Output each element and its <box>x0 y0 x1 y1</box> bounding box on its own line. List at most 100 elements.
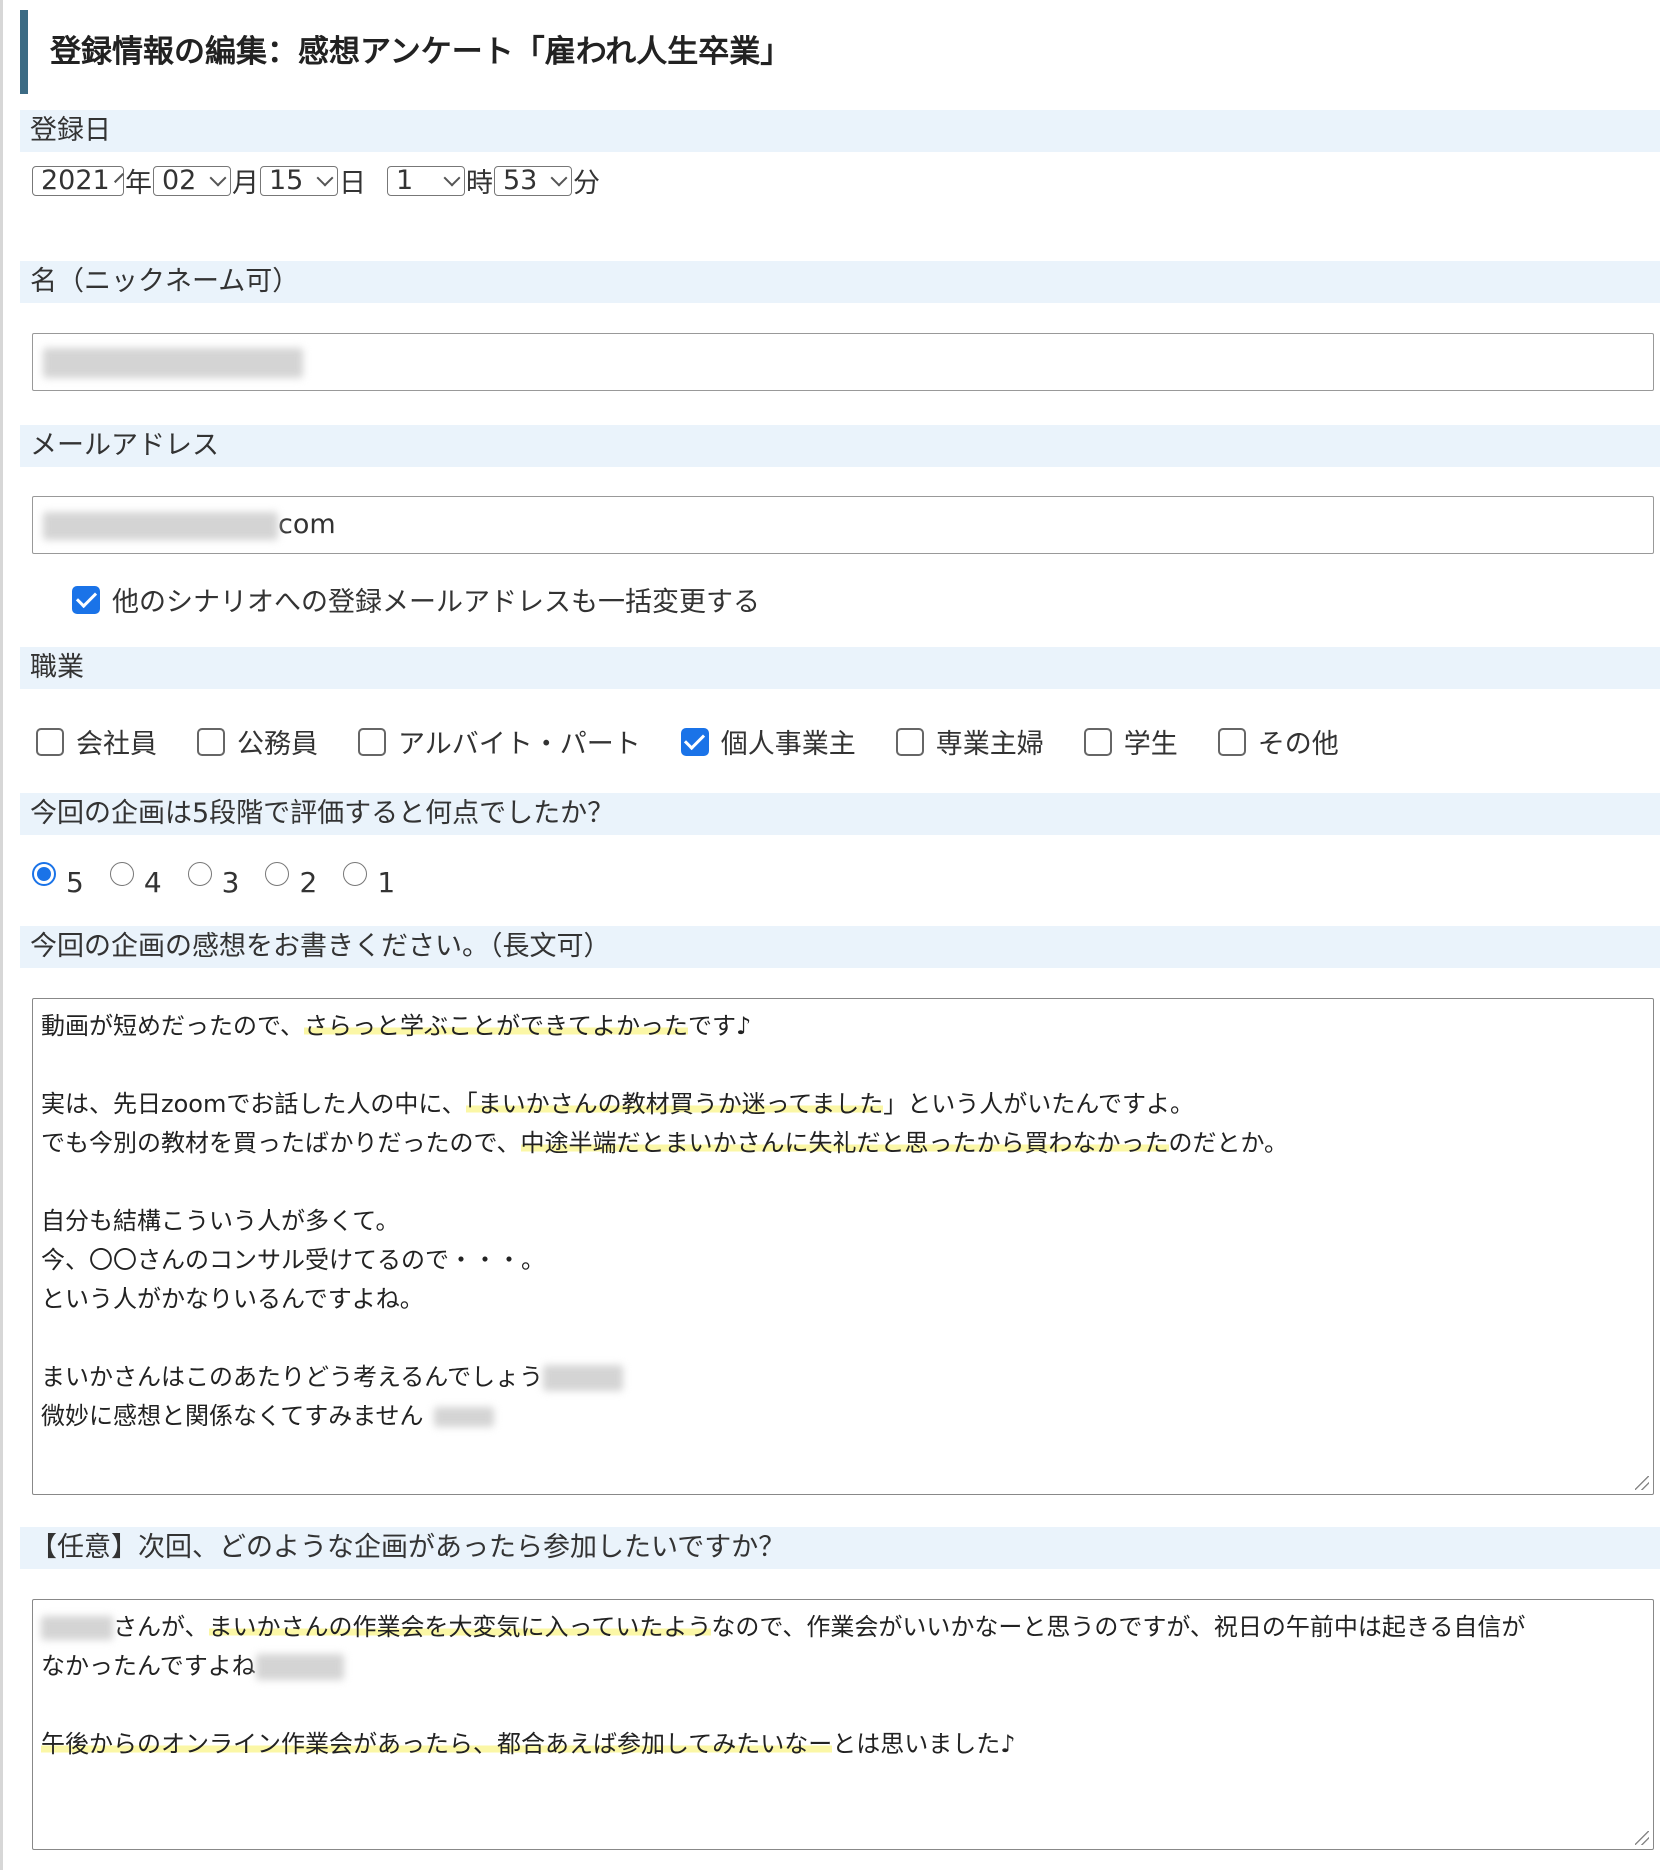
occupation-option-homemaker[interactable]: 専業主婦 <box>895 722 1044 761</box>
hour-unit: 時 <box>466 168 493 199</box>
hour-value: 1 <box>396 164 414 196</box>
rating-radio[interactable] <box>32 861 56 886</box>
chevron-down-icon <box>550 169 568 186</box>
occupation-option-student[interactable]: 学生 <box>1083 722 1178 761</box>
month-select[interactable]: 02 <box>153 164 231 196</box>
occupation-option-company-employee[interactable]: 会社員 <box>36 722 157 761</box>
day-unit: 日 <box>339 168 366 199</box>
occupation-option-label: 専業主婦 <box>935 729 1044 760</box>
impression-textarea[interactable]: 動画が短めだったので、さらっと学ぶことができてよかったです♪ 実は、先日zoom… <box>32 998 1654 1495</box>
bulk-change-row: 他のシナリオへの登録メールアドレスも一括変更する <box>72 580 760 619</box>
redacted-emoji <box>543 1365 624 1391</box>
minute-unit: 分 <box>573 168 600 199</box>
minute-select[interactable]: 53 <box>494 164 572 196</box>
rating-option-1[interactable]: 1 <box>343 861 395 899</box>
occupation-checkbox[interactable] <box>36 727 64 756</box>
resize-handle[interactable] <box>1635 1831 1649 1845</box>
year-select[interactable]: 2021 <box>32 164 124 196</box>
rating-option-3[interactable]: 3 <box>187 861 239 899</box>
occupation-checkbox[interactable] <box>895 727 924 756</box>
occupation-checkbox[interactable] <box>1217 727 1246 756</box>
occupation-option-label: アルバイト・パート <box>398 729 641 760</box>
rating-option-label: 3 <box>221 866 240 899</box>
redacted-emoji <box>433 1407 494 1427</box>
hour-select[interactable]: 1 <box>387 164 465 196</box>
text-segment: なので、作業会がいいかなーと思うのですが、祝日の午前中は起きる自信が <box>711 1613 1526 1641</box>
occupation-option-civil-servant[interactable]: 公務員 <box>197 722 318 761</box>
impression-label: 今回の企画の感想をお書きください。（長文可） <box>20 926 1660 968</box>
occupation-label: 職業 <box>20 647 1660 689</box>
name-input[interactable] <box>32 333 1654 391</box>
highlighted-text: まいかさんの作業会を大変気に入っていたよう <box>208 1613 712 1641</box>
text-line: 動画が短めだったので、さらっと学ぶことができてよかったです♪ <box>41 1007 1645 1046</box>
rating-radio[interactable] <box>187 861 212 886</box>
text-line: でも今別の教材を買ったばかりだったので、中途半端だとまいかさんに失礼だと思ったか… <box>41 1124 1645 1163</box>
occupation-option-label: 公務員 <box>237 729 318 760</box>
text-line: という人がかなりいるんですよね。 <box>41 1285 424 1313</box>
highlighted-text: 中途半端だとまいかさんに失礼だと思ったから買わなかった <box>520 1129 1169 1157</box>
chevron-down-icon <box>113 172 124 183</box>
text-segment: 微妙に感想と関係なくてすみません <box>41 1402 424 1430</box>
highlighted-text: 「まいかさんの教材買うか迷ってました <box>465 1090 884 1118</box>
occupation-option-label: 会社員 <box>76 729 157 760</box>
day-value: 15 <box>269 164 304 196</box>
registration-date-label: 登録日 <box>20 110 1660 152</box>
rating-option-label: 1 <box>377 866 396 899</box>
page-left-border <box>0 0 3 1870</box>
bulk-change-checkbox[interactable] <box>72 585 100 614</box>
occupation-checkbox[interactable] <box>197 727 225 756</box>
day-select[interactable]: 15 <box>260 164 338 196</box>
rating-radio[interactable] <box>343 861 368 886</box>
occupation-checkbox[interactable] <box>680 727 709 756</box>
year-value: 2021 <box>41 164 110 196</box>
highlighted-text: 午後からのオンライン作業会があったら、都合あえば参加してみたいなー <box>41 1730 833 1758</box>
text-line: 午後からのオンライン作業会があったら、都合あえば参加してみたいなーとは思いました… <box>41 1725 1645 1764</box>
redacted-email <box>43 511 278 540</box>
resize-handle[interactable] <box>1635 1476 1649 1490</box>
minute-value: 53 <box>503 164 538 196</box>
text-segment: なかったんですよね <box>41 1652 256 1680</box>
rating-option-2[interactable]: 2 <box>265 861 317 899</box>
text-line: なかったんですよね <box>41 1647 1645 1686</box>
page-title: 登録情報の編集：感想アンケート「雇われ人生卒業」 <box>20 10 1620 94</box>
occupation-option-label: 個人事業主 <box>720 729 856 760</box>
email-label: メールアドレス <box>20 425 1660 467</box>
occupation-option-self-employed[interactable]: 個人事業主 <box>680 722 856 761</box>
occupation-options: 会社員 公務員 アルバイト・パート 個人事業主 専業主婦 学生 その他 <box>36 722 1379 761</box>
chevron-down-icon <box>443 169 461 186</box>
highlighted-text: さらっと学ぶことができてよかった <box>304 1012 689 1040</box>
chevron-down-icon <box>316 169 334 186</box>
text-line: 微妙に感想と関係なくてすみません <box>41 1397 1645 1436</box>
text-segment: さんが、 <box>113 1613 209 1641</box>
text-segment: 」という人がいたんですよ。 <box>883 1090 1195 1118</box>
occupation-option-label: 学生 <box>1123 729 1178 760</box>
rating-option-5[interactable]: 5 <box>32 861 84 899</box>
text-line: 実は、先日zoomでお話した人の中に、「まいかさんの教材買うか迷ってました」とい… <box>41 1085 1645 1124</box>
rating-radio[interactable] <box>265 861 290 886</box>
rating-options: 5 4 3 2 1 <box>32 861 421 899</box>
redacted-name <box>43 347 303 378</box>
next-plan-textarea[interactable]: さんが、まいかさんの作業会を大変気に入っていたようなので、作業会がいいかなーと思… <box>32 1599 1654 1850</box>
month-value: 02 <box>162 164 197 196</box>
rating-option-4[interactable]: 4 <box>109 861 162 899</box>
text-segment: でも今別の教材を買ったばかりだったので、 <box>41 1129 521 1157</box>
occupation-checkbox[interactable] <box>1083 727 1112 756</box>
occupation-checkbox[interactable] <box>358 727 386 756</box>
rating-radio[interactable] <box>109 861 134 886</box>
rating-option-label: 5 <box>66 866 84 899</box>
redacted-emoji <box>255 1654 344 1680</box>
registration-date-row: 2021 年 02 月 15 日 1 時 53 分 <box>32 161 601 200</box>
text-segment: です♪ <box>688 1012 752 1040</box>
email-input[interactable]: com <box>32 496 1654 554</box>
text-segment: とは思いました♪ <box>832 1730 1016 1758</box>
rating-option-label: 2 <box>299 866 318 899</box>
occupation-option-part-time[interactable]: アルバイト・パート <box>358 722 641 761</box>
month-unit: 月 <box>232 168 259 199</box>
email-visible-suffix: com <box>278 509 336 540</box>
occupation-option-other[interactable]: その他 <box>1217 722 1339 761</box>
rating-label: 今回の企画は5段階で評価すると何点でしたか？ <box>20 793 1660 835</box>
text-segment: のだとか。 <box>1168 1129 1289 1157</box>
